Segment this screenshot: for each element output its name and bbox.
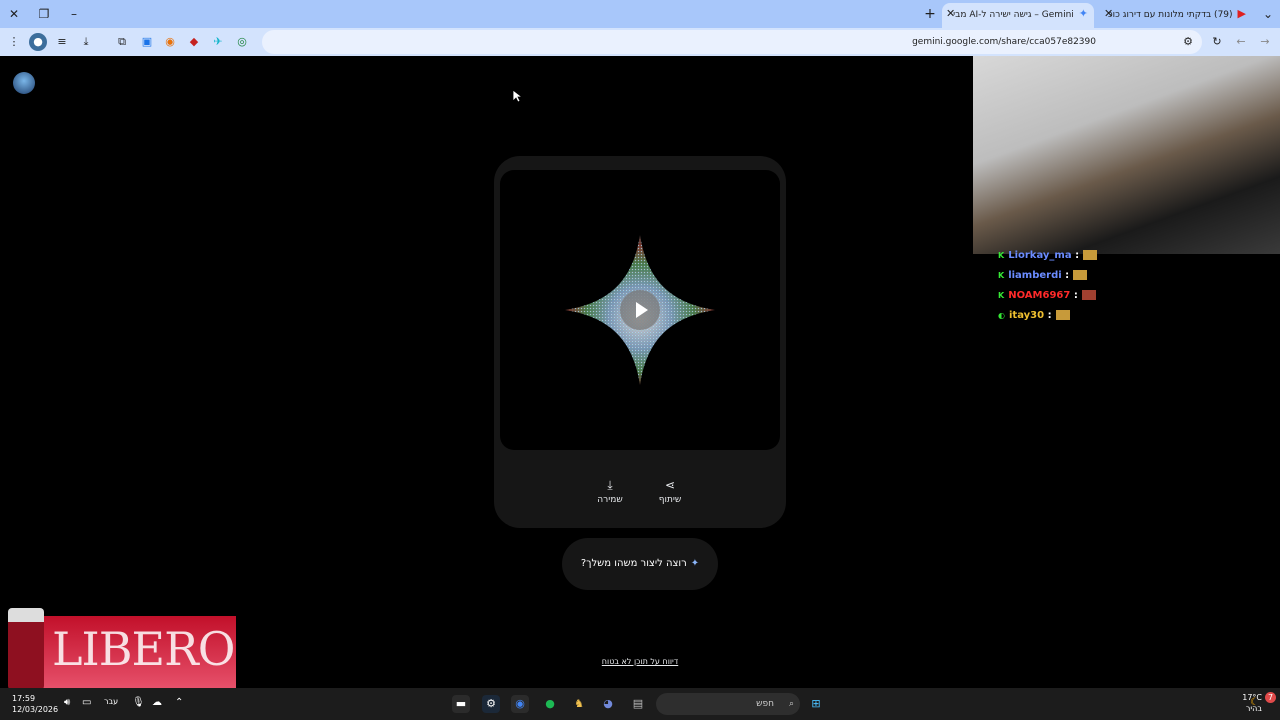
extension-translate-icon[interactable]: ✈ [209,33,227,51]
close-tab-icon[interactable]: ✕ [1104,3,1113,25]
media-card: ⤓ שמירה ⋖ שיתוף [494,156,786,528]
cloud-off-icon[interactable]: ☁ [152,697,162,708]
notification-count-badge[interactable]: 7 [1265,692,1276,703]
youtube-icon: ▶ [1237,7,1246,20]
extensions-icon[interactable]: ⧉ [113,33,131,51]
taskbar-search[interactable]: חפש ⌕ [656,693,800,715]
chat-message: K Liorkay_ma : [998,246,1198,266]
chat-message: K NOAM6967 : [998,286,1198,306]
windows-start-icon[interactable]: ⊞ [807,695,825,713]
gemini-share-page: ⤓ שמירה ⋖ שיתוף ✦רוצה ליצור משהו משלך? ד… [0,56,973,688]
steam-app-icon[interactable]: ⚙ [482,695,500,713]
chat-emote-icon [1055,310,1070,320]
tab-gemini[interactable]: ✦ Gemini – גישה ישירה ל-AI מבי ✕ [942,3,1094,28]
report-unsafe-content-link[interactable]: דיווח על תוכן לא בטוח [540,657,740,666]
taskbar: 17:59 12/03/2026 🔊︎ ▭ עבר 🎙︎ ☁ ⌃ ▬ ⚙ ◉ ●… [0,688,1280,720]
chat-separator: : [1075,250,1080,261]
download-icon[interactable]: ⤓ [77,33,95,51]
mouse-cursor-icon [512,89,522,103]
new-tab-button[interactable]: + [920,4,940,24]
chat-emote-icon [1081,290,1096,300]
chat-emote-icon [1073,270,1088,280]
chat-badge-icon: K [998,271,1005,280]
perfume-bottle-image [8,608,44,690]
chat-username: Liorkay_ma [1008,250,1072,261]
search-icon: ⌕ [788,699,794,709]
reload-icon[interactable]: ↻ [1208,33,1226,51]
video-player[interactable] [500,170,780,450]
input-language[interactable]: עבר [104,697,118,706]
chat-badge-icon: K [998,291,1005,300]
network-icon[interactable]: ▭ [82,697,91,708]
chrome-app-icon[interactable]: ◉ [511,695,529,713]
forward-icon[interactable]: ← [1232,33,1250,51]
clock-time: 17:59 [12,694,36,703]
stream-chat: K Liorkay_ma : Kliamberdi : K NOAM6967 : ◐… [998,246,1198,326]
tab-strip: ✕ ❐ – + ✦Gemini – גישה ישירה ל-AI מבי ✕ … [0,0,1280,28]
tab-title: Gemini – גישה ישירה ל-AI מבי [953,10,1074,20]
close-window-icon[interactable]: ✕ [4,4,24,24]
spotify-app-icon[interactable]: ● [541,695,559,713]
tab-title: (79) בדקתי מלונות עם דירוג כוכ [1107,10,1233,20]
create-your-own-button[interactable]: ✦רוצה ליצור משהו משלך? [562,538,718,590]
menu-icon[interactable]: ⋮ [5,33,23,51]
volume-icon[interactable]: 🔊︎ [64,697,70,708]
tab-search-icon[interactable]: ⌄ [1258,4,1278,24]
extension-fox-icon[interactable]: ◉ [161,33,179,51]
share-label: שיתוף [658,495,682,505]
sponsor-brand-text: LIBERO [52,622,235,676]
app-mascot-icon[interactable]: ♞ [570,695,588,713]
extension-shield-icon[interactable]: ◆ [185,33,203,51]
close-tab-icon[interactable]: ✕ [946,3,955,25]
sponsor-banner: LIBERO [6,608,236,690]
save-button[interactable]: ⤓ שמירה [588,478,632,505]
chat-separator: : [1047,310,1052,321]
gemini-icon: ✦ [690,558,700,569]
chat-emote-icon [1083,250,1098,260]
chat-username: liamberdi [1008,270,1062,281]
chat-separator: : [1065,270,1070,281]
save-label: שמירה [597,495,623,505]
extension-grammar-icon[interactable]: ◎ [233,33,251,51]
address-bar[interactable]: gemini.google.com/share/cca057e82390 [262,30,1202,54]
clock[interactable]: 17:59 12/03/2026 [12,693,58,715]
site-settings-icon[interactable]: ⚙ [1179,33,1197,51]
create-label: רוצה ליצור משהו משלך? [580,558,687,569]
tab-youtube[interactable]: ▶ (79) בדקתי מלונות עם דירוג כוכ ✕ [1100,3,1252,28]
reading-list-icon[interactable]: ≡ [53,33,71,51]
browser-toolbar: ⋮ ● ≡ ⤓ ⧉ ▣ ◉ ◆ ✈ ◎ ☆ gemini.google.com/… [0,28,1280,56]
play-button[interactable] [620,290,660,330]
restore-window-icon[interactable]: ❐ [34,4,54,24]
share-icon: ⋖ [664,478,676,492]
chat-message: Kliamberdi : [998,266,1198,286]
search-placeholder: חפש [756,699,774,709]
extension-screen-icon[interactable]: ▣ [138,33,156,51]
chat-badge-icon: K [998,251,1005,260]
user-avatar[interactable] [13,72,35,94]
minimize-window-icon[interactable]: – [64,4,84,24]
webcam-feed [973,56,1280,254]
chat-message: ◐ itay30 : [998,306,1198,326]
microphone-icon[interactable]: 🎙︎ [132,697,145,708]
chat-username: itay30 [1008,310,1045,321]
share-button[interactable]: ⋖ שיתוף [648,478,692,505]
moon-icon: ☾ [1250,697,1259,708]
back-icon[interactable]: → [1256,33,1274,51]
chevron-up-icon[interactable]: ⌃ [175,697,183,708]
gemini-icon: ✦ [1078,7,1088,20]
chat-username: NOAM6967 [1008,290,1071,301]
profile-avatar-icon[interactable]: ● [29,33,47,51]
url-text: gemini.google.com/share/cca057e82390 [912,37,1096,47]
download-icon: ⤓ [607,478,613,492]
discord-app-icon[interactable]: ◕ [599,695,617,713]
chat-badge-icon: ◐ [998,311,1005,320]
clock-date: 12/03/2026 [12,705,59,714]
file-explorer-icon[interactable]: ▤ [629,695,647,713]
chat-separator: : [1073,290,1078,301]
terminal-app-icon[interactable]: ▬ [452,695,470,713]
